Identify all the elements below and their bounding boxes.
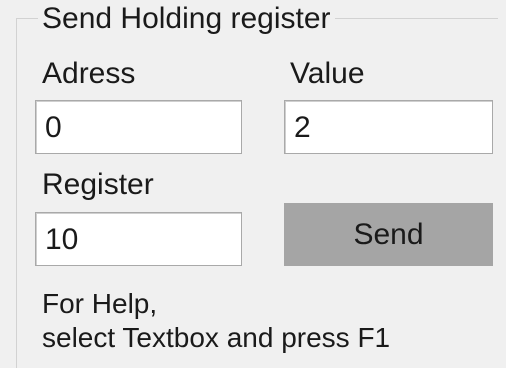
register-field[interactable]: 10 (35, 212, 242, 266)
value-field-value: 2 (294, 111, 311, 144)
address-label: Adress (42, 57, 136, 90)
value-field[interactable]: 2 (284, 100, 493, 154)
send-button[interactable]: Send (284, 203, 493, 266)
value-label: Value (290, 57, 365, 90)
group-title: Send Holding register (38, 2, 335, 36)
help-text: For Help, select Textbox and press F1 (42, 287, 390, 355)
address-field-value: 0 (45, 111, 62, 144)
address-field[interactable]: 0 (35, 100, 242, 154)
help-line-2: select Textbox and press F1 (42, 322, 391, 353)
register-field-value: 10 (45, 223, 79, 256)
help-line-1: For Help, (42, 288, 158, 319)
register-label: Register (42, 168, 154, 201)
